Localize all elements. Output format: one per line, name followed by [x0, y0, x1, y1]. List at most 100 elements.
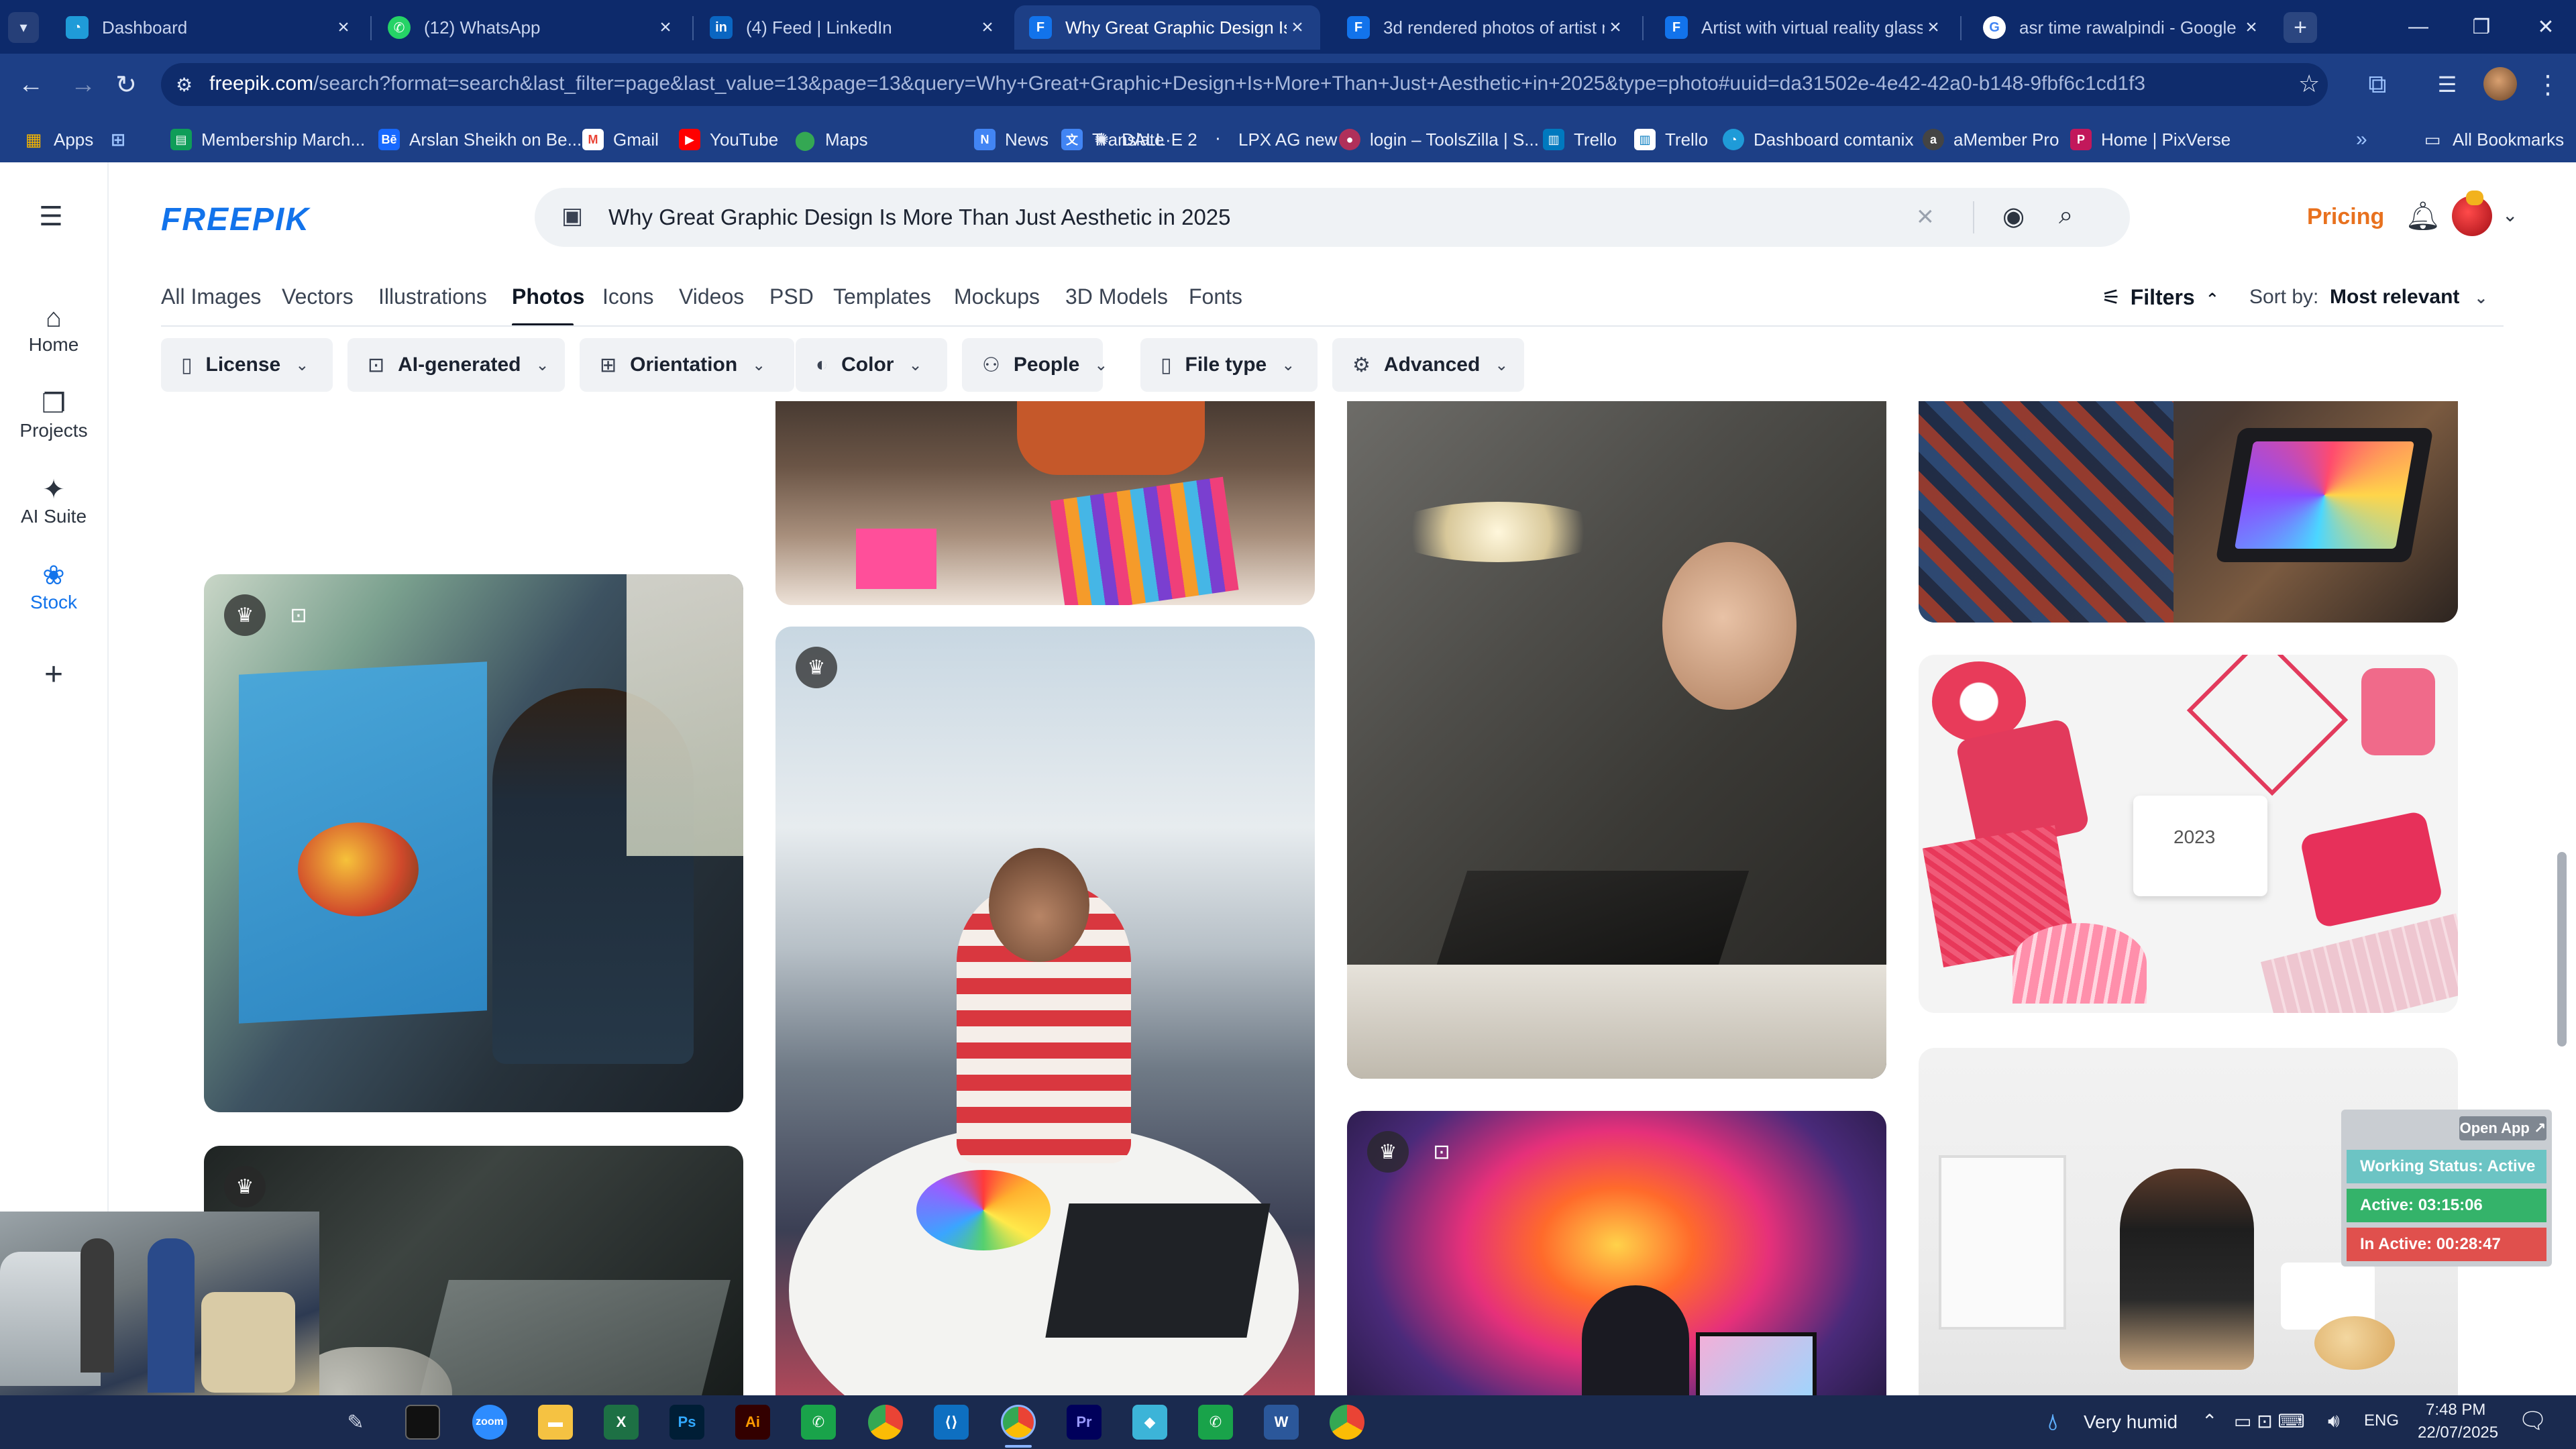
hamburger-menu-icon[interactable]: ☰: [39, 201, 63, 232]
filter-chip-license[interactable]: ▯ License ⌄: [161, 338, 333, 392]
tab-videos[interactable]: Videos: [679, 284, 744, 309]
weather-text[interactable]: Very humid: [2084, 1411, 2178, 1433]
tab-all-images[interactable]: All Images: [161, 284, 261, 309]
filter-chip-advanced[interactable]: ⚙ Advanced ⌄: [1332, 338, 1524, 392]
bookmark-pixverse[interactable]: P Home | PixVerse: [2070, 126, 2231, 153]
tab-whatsapp[interactable]: ✆ (12) WhatsApp ×: [373, 5, 688, 50]
input-language[interactable]: ENG: [2364, 1411, 2399, 1430]
tab-freepik-active[interactable]: F Why Great Graphic Design Is M ×: [1014, 5, 1320, 50]
all-bookmarks[interactable]: ▭ All Bookmarks: [2422, 126, 2564, 153]
browser-menu-icon[interactable]: ⋮: [2529, 66, 2567, 103]
bookmark-star-icon[interactable]: ☆: [2298, 70, 2320, 98]
bookmark-trello-2[interactable]: ▥ Trello: [1634, 126, 1708, 153]
image-type-icon[interactable]: ▣: [561, 203, 583, 229]
filter-chip-ai-generated[interactable]: ⊡ AI-generated ⌄: [347, 338, 565, 392]
volume-icon[interactable]: 🔊︎: [2328, 1410, 2340, 1432]
close-tab-icon[interactable]: ×: [1287, 16, 1308, 39]
filter-chip-orientation[interactable]: ⊞ Orientation ⌄: [580, 338, 794, 392]
pen-tool-icon[interactable]: ✎: [338, 1405, 373, 1440]
tray-chevron-icon[interactable]: ⌃: [2202, 1410, 2217, 1432]
tab-linkedin[interactable]: in (4) Feed | LinkedIn ×: [695, 5, 1010, 50]
open-app-button[interactable]: Open App ↗: [2459, 1116, 2546, 1140]
bookmark-maps[interactable]: ⬤ Maps: [794, 126, 867, 153]
profile-avatar[interactable]: [2483, 67, 2517, 101]
bookmark-membership[interactable]: ▤ Membership March...: [170, 126, 365, 153]
tab-mockups[interactable]: Mockups: [954, 284, 1040, 309]
zoom-icon[interactable]: zoom: [472, 1405, 507, 1440]
image-card-smiling-designer[interactable]: ♛: [775, 627, 1315, 1395]
image-card-woman-laptop-lamp[interactable]: [1347, 401, 1886, 1079]
illustrator-icon[interactable]: Ai: [735, 1405, 770, 1440]
chrome-2-icon[interactable]: [1330, 1405, 1364, 1440]
close-tab-icon[interactable]: ×: [333, 16, 354, 39]
search-input[interactable]: Why Great Graphic Design Is More Than Ju…: [608, 205, 1231, 230]
close-window-icon[interactable]: ✕: [2509, 0, 2576, 54]
forward-arrow-icon[interactable]: →: [64, 66, 102, 103]
blue-app-icon[interactable]: ◆: [1132, 1405, 1167, 1440]
bookmark-lpx[interactable]: · LPX AG new: [1208, 126, 1338, 153]
bookmark-dashboard-comtanix[interactable]: ◔ Dashboard comtanix: [1723, 126, 1913, 153]
close-tab-icon[interactable]: ×: [655, 16, 676, 39]
tab-3d-models[interactable]: 3D Models: [1065, 284, 1168, 309]
image-card-man-painting[interactable]: ♛ ⊡: [204, 574, 743, 1112]
bookmark-news[interactable]: N News: [974, 126, 1049, 153]
restore-window-icon[interactable]: ❐: [2445, 0, 2518, 54]
url-omnibox[interactable]: ⚙ freepik.com/search?format=search&last_…: [161, 63, 2328, 106]
chevron-down-icon[interactable]: ⌄: [2502, 204, 2518, 226]
close-tab-icon[interactable]: ×: [2241, 16, 2262, 39]
media-queue-icon[interactable]: ☰: [2428, 66, 2466, 103]
close-tab-icon[interactable]: ×: [1923, 16, 1944, 39]
green-app-icon[interactable]: ✆: [801, 1405, 836, 1440]
bookmark-toolszilla[interactable]: ● login – ToolsZilla | S...: [1339, 126, 1539, 153]
filter-chip-color[interactable]: ◐ Color ⌄: [796, 338, 947, 392]
pricing-link[interactable]: Pricing: [2307, 204, 2384, 230]
filter-chip-file-type[interactable]: ▯ File type ⌄: [1140, 338, 1318, 392]
notification-bell-icon[interactable]: 🔔︎: [2405, 200, 2440, 233]
vscode-icon[interactable]: ⟨⟩: [934, 1405, 969, 1440]
back-arrow-icon[interactable]: ←: [12, 66, 50, 103]
extensions-icon[interactable]: ⧉: [2359, 66, 2396, 103]
site-info-icon[interactable]: ⚙: [176, 74, 197, 95]
freepik-logo[interactable]: FREEPIK: [161, 201, 310, 238]
clock-time[interactable]: 7:48 PM: [2426, 1401, 2485, 1419]
clear-search-icon[interactable]: ×: [1917, 200, 1934, 233]
premiere-icon[interactable]: Pr: [1067, 1405, 1102, 1440]
bookmarks-overflow-icon[interactable]: »: [2356, 126, 2367, 153]
tab-icons[interactable]: Icons: [602, 284, 653, 309]
search-icon[interactable]: ⌕: [2059, 201, 2073, 230]
filter-chip-people[interactable]: ⚇ People ⌄: [962, 338, 1108, 392]
image-card-team-swatches[interactable]: [775, 401, 1315, 605]
image-card-pink-workspace[interactable]: 2023: [1919, 655, 2458, 1013]
reload-icon[interactable]: ↻: [107, 66, 145, 103]
camera-search-icon[interactable]: ◉: [2002, 201, 2025, 231]
new-tab-button[interactable]: +: [2284, 12, 2317, 43]
bookmark-behance[interactable]: Bē Arslan Sheikh on Be...: [378, 126, 582, 153]
word-icon[interactable]: W: [1264, 1405, 1299, 1440]
bookmark-trello-1[interactable]: ▥ Trello: [1543, 126, 1617, 153]
bookmark-dalle[interactable]: ✺ DALL·E 2: [1091, 126, 1197, 153]
close-tab-icon[interactable]: ×: [1605, 16, 1626, 39]
tray-apps-icon[interactable]: ▭ ⊡ ⌨: [2234, 1410, 2305, 1432]
bookmark-gmail[interactable]: M Gmail: [582, 126, 659, 153]
image-card-man-tablet[interactable]: [1919, 401, 2458, 623]
tab-freepik-3d[interactable]: F 3d rendered photos of artist m ×: [1332, 5, 1638, 50]
tab-google-search[interactable]: G asr time rawalpindi - Google Se ×: [1968, 5, 2274, 50]
search-bar[interactable]: ▣ Why Great Graphic Design Is More Than …: [535, 188, 2130, 247]
rail-item-home[interactable]: ⌂ Home: [0, 302, 107, 356]
chrome-icon[interactable]: [868, 1405, 903, 1440]
notifications-icon[interactable]: 🗨︎: [2518, 1407, 2547, 1434]
excel-icon[interactable]: X: [604, 1405, 639, 1440]
tab-photos[interactable]: Photos: [512, 284, 584, 309]
photoshop-icon[interactable]: Ps: [669, 1405, 704, 1440]
tab-illustrations[interactable]: Illustrations: [378, 284, 487, 309]
filters-toggle-button[interactable]: ⚟ Filters ⌃: [2102, 284, 2219, 310]
terminal-icon[interactable]: [405, 1405, 440, 1440]
close-tab-icon[interactable]: ×: [977, 16, 998, 39]
tab-psd[interactable]: PSD: [769, 284, 814, 309]
bookmark-amember[interactable]: a aMember Pro: [1923, 126, 2059, 153]
bookmark-youtube[interactable]: ▶ YouTube: [679, 126, 778, 153]
file-explorer-icon[interactable]: ▬: [538, 1405, 573, 1440]
floating-video-thumbnail[interactable]: [0, 1212, 319, 1401]
bookmark-grid[interactable]: ⊞: [107, 126, 138, 153]
tab-fonts[interactable]: Fonts: [1189, 284, 1242, 309]
